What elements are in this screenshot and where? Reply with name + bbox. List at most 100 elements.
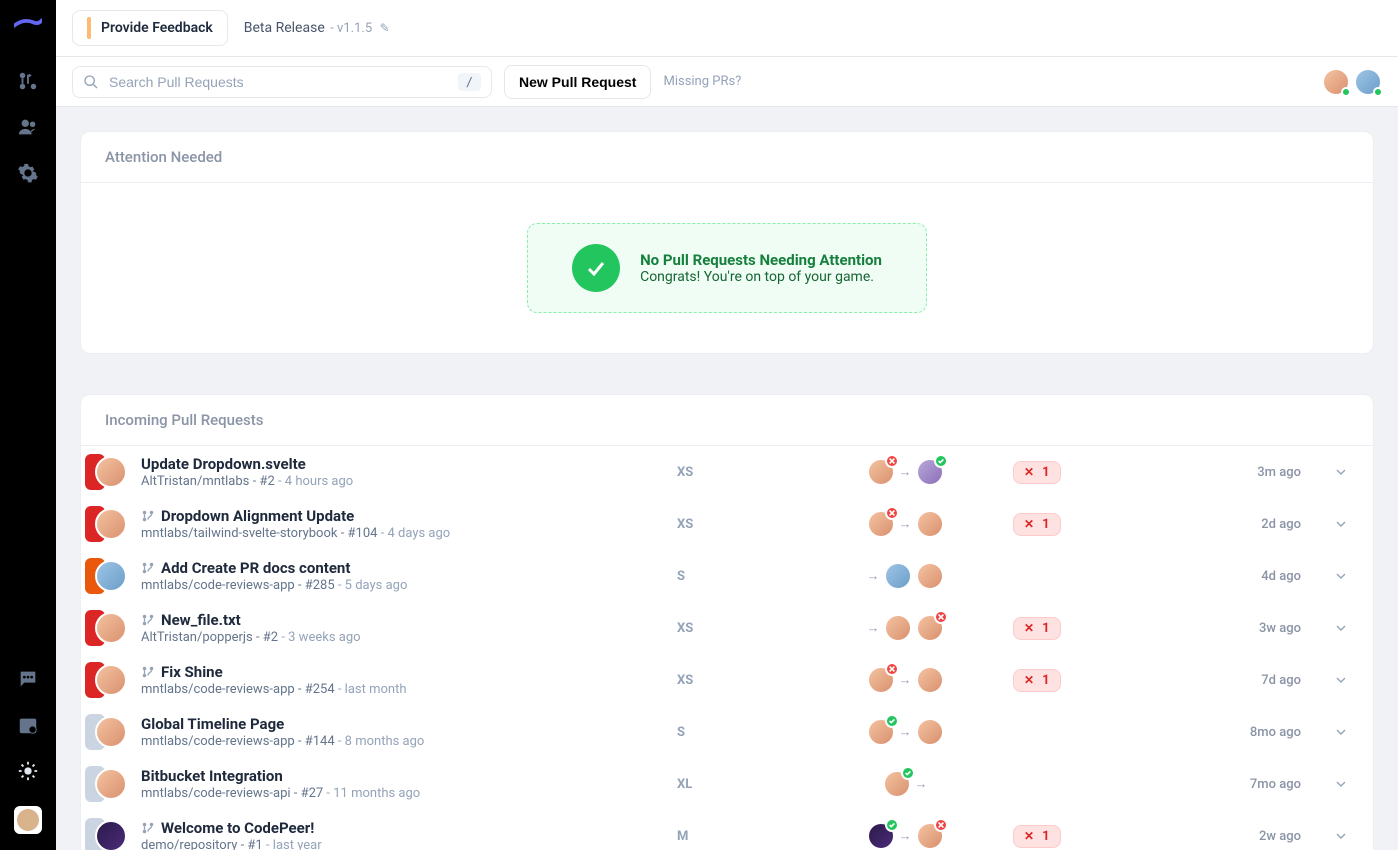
failure-badge[interactable]: ✕1 <box>1013 825 1061 848</box>
settings-icon[interactable] <box>17 162 39 184</box>
pr-row[interactable]: Global Timeline Pagemntlabs/code-reviews… <box>81 706 1373 758</box>
time-ago: 7d ago <box>1181 673 1301 688</box>
status-rejected-icon <box>885 506 899 520</box>
attention-panel: Attention Needed No Pull Requests Needin… <box>80 131 1374 354</box>
pr-title[interactable]: Dropdown Alignment Update <box>161 507 354 525</box>
calendar-user-icon[interactable] <box>17 714 39 736</box>
reviewer-avatar[interactable] <box>916 562 944 590</box>
author-avatar[interactable] <box>95 820 127 850</box>
search-input[interactable] <box>109 74 448 90</box>
pr-row[interactable]: Bitbucket Integrationmntlabs/code-review… <box>81 758 1373 810</box>
avatar[interactable] <box>1354 68 1382 96</box>
reviewer-avatar[interactable] <box>867 822 895 850</box>
arrow-icon: → <box>867 568 880 584</box>
panel-title: Attention Needed <box>81 132 1373 183</box>
reviewer-avatar[interactable] <box>916 510 944 538</box>
pr-title[interactable]: New_file.txt <box>161 611 241 629</box>
reviewer-avatar[interactable] <box>916 666 944 694</box>
chevron-down-icon[interactable] <box>1333 828 1349 844</box>
pr-info: Global Timeline Pagemntlabs/code-reviews… <box>141 715 669 749</box>
chevron-down-icon[interactable] <box>1333 724 1349 740</box>
chat-icon[interactable] <box>17 668 39 690</box>
pr-subtitle: AltTristan/popperjs - #2 - 3 weeks ago <box>141 630 669 645</box>
avatar[interactable] <box>1322 68 1350 96</box>
theme-icon[interactable] <box>17 760 39 782</box>
reviewer-avatar[interactable] <box>867 718 895 746</box>
time-ago: 3w ago <box>1181 621 1301 636</box>
author-avatar[interactable] <box>95 560 127 592</box>
reviewers: → <box>805 770 1005 798</box>
release-info[interactable]: Beta Release - v1.1.5 ✎ <box>244 20 390 36</box>
status-cell: ✕1 <box>1013 461 1173 484</box>
pr-subtitle: mntlabs/code-reviews-app - #254 - last m… <box>141 682 669 697</box>
feedback-button[interactable]: Provide Feedback <box>72 10 228 46</box>
pr-title[interactable]: Global Timeline Page <box>141 715 284 733</box>
arrow-icon: → <box>899 464 912 480</box>
failure-badge[interactable]: ✕1 <box>1013 617 1061 640</box>
search-icon <box>83 74 99 90</box>
new-pr-button[interactable]: New Pull Request <box>504 65 651 99</box>
empty-sub: Congrats! You're on top of your game. <box>640 269 882 285</box>
user-avatar[interactable] <box>14 806 42 834</box>
reviewer-avatar[interactable] <box>867 666 895 694</box>
reviewer-avatar[interactable] <box>916 614 944 642</box>
chevron-down-icon[interactable] <box>1333 776 1349 792</box>
reviewer-avatar[interactable] <box>916 718 944 746</box>
search-box[interactable]: / <box>72 66 492 98</box>
reviewer-avatar[interactable] <box>867 510 895 538</box>
pr-row[interactable]: Fix Shinemntlabs/code-reviews-app - #254… <box>81 654 1373 706</box>
pr-subtitle: mntlabs/tailwind-svelte-storybook - #104… <box>141 526 669 541</box>
toolbar: / New Pull Request Missing PRs? <box>56 57 1398 107</box>
chevron-down-icon[interactable] <box>1333 516 1349 532</box>
author-avatar[interactable] <box>95 612 127 644</box>
pr-row[interactable]: Dropdown Alignment Updatemntlabs/tailwin… <box>81 498 1373 550</box>
check-icon <box>572 244 620 292</box>
reviewers: → <box>805 718 1005 746</box>
reviewer-avatar[interactable] <box>916 822 944 850</box>
search-kbd: / <box>458 73 481 91</box>
author-avatar[interactable] <box>95 664 127 696</box>
chevron-down-icon[interactable] <box>1333 620 1349 636</box>
missing-prs-link[interactable]: Missing PRs? <box>663 74 741 89</box>
failure-badge[interactable]: ✕1 <box>1013 669 1061 692</box>
pr-row[interactable]: Welcome to CodePeer!demo/repository - #1… <box>81 810 1373 850</box>
reviewer-avatar[interactable] <box>916 458 944 486</box>
reviewer-avatar[interactable] <box>883 770 911 798</box>
pr-title[interactable]: Fix Shine <box>161 663 223 681</box>
pr-title[interactable]: Update Dropdown.svelte <box>141 455 306 473</box>
x-icon: ✕ <box>1024 829 1034 843</box>
pr-subtitle: mntlabs/code-reviews-api - #27 - 11 mont… <box>141 786 669 801</box>
reviewers: → <box>805 458 1005 486</box>
pr-subtitle: AltTristan/mntlabs - #2 - 4 hours ago <box>141 474 669 489</box>
pr-author <box>89 608 129 648</box>
author-avatar[interactable] <box>95 768 127 800</box>
failure-badge[interactable]: ✕1 <box>1013 461 1061 484</box>
pr-info: Bitbucket Integrationmntlabs/code-review… <box>141 767 669 801</box>
status-rejected-icon <box>934 610 948 624</box>
chevron-down-icon[interactable] <box>1333 464 1349 480</box>
reviewer-avatar[interactable] <box>884 562 912 590</box>
team-icon[interactable] <box>17 116 39 138</box>
pr-row[interactable]: New_file.txtAltTristan/popperjs - #2 - 3… <box>81 602 1373 654</box>
arrow-icon: → <box>899 516 912 532</box>
pr-title[interactable]: Bitbucket Integration <box>141 767 283 785</box>
reviewers: → <box>805 614 1005 642</box>
size-badge: M <box>677 829 797 844</box>
pr-row[interactable]: Update Dropdown.svelteAltTristan/mntlabs… <box>81 446 1373 498</box>
failure-badge[interactable]: ✕1 <box>1013 513 1061 536</box>
pr-title[interactable]: Add Create PR docs content <box>161 559 350 577</box>
chevron-down-icon[interactable] <box>1333 568 1349 584</box>
arrow-icon: → <box>899 724 912 740</box>
author-avatar[interactable] <box>95 508 127 540</box>
pr-row[interactable]: Add Create PR docs contentmntlabs/code-r… <box>81 550 1373 602</box>
pull-requests-icon[interactable] <box>17 70 39 92</box>
reviewers: → <box>805 666 1005 694</box>
pr-author <box>89 556 129 596</box>
reviewer-avatar[interactable] <box>884 614 912 642</box>
pr-title[interactable]: Welcome to CodePeer! <box>161 819 314 837</box>
author-avatar[interactable] <box>95 716 127 748</box>
author-avatar[interactable] <box>95 456 127 488</box>
chevron-down-icon[interactable] <box>1333 672 1349 688</box>
reviewer-avatar[interactable] <box>867 458 895 486</box>
size-badge: S <box>677 725 797 740</box>
